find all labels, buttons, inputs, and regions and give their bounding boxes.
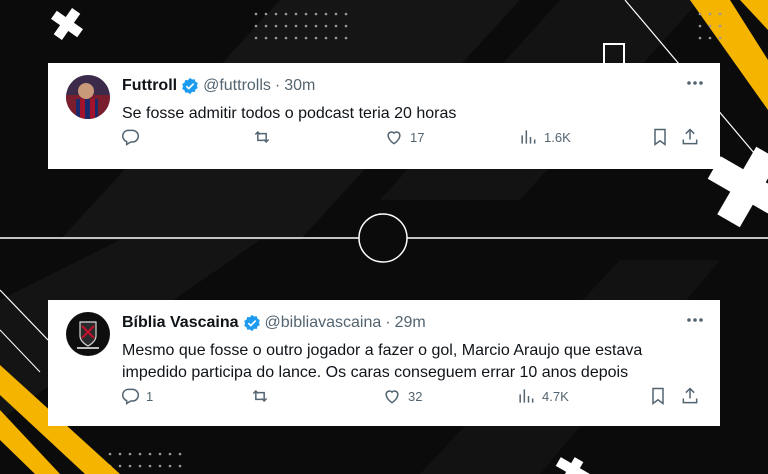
tweet-text: Mesmo que fosse o outro jogador a fazer … (122, 342, 643, 381)
tweet-text: Se fosse admitir todos o podcast teria 2… (122, 105, 457, 122)
share-button[interactable] (680, 386, 700, 406)
views-button[interactable]: 4.7K (516, 386, 569, 406)
tweet-header: Futtroll @futtrolls · 30m (122, 77, 315, 95)
heart-icon (385, 390, 399, 404)
like-count: 32 (408, 388, 423, 404)
verified-badge-icon (243, 314, 261, 332)
retweet-button[interactable] (250, 386, 276, 406)
display-name[interactable]: Futtroll (122, 77, 177, 95)
bookmark-icon (652, 387, 664, 405)
reply-icon (122, 388, 140, 405)
verified-badge-icon (181, 77, 199, 95)
user-handle[interactable]: @bibliavascaina (265, 314, 382, 332)
retweet-icon (254, 130, 270, 144)
reply-icon (122, 129, 140, 146)
reply-button[interactable]: 1 (120, 386, 153, 406)
views-count: 1.6K (544, 129, 571, 145)
reply-count: 1 (146, 388, 154, 404)
share-button[interactable] (680, 127, 700, 147)
user-handle[interactable]: @futtrolls (203, 77, 271, 95)
more-options-icon[interactable] (684, 312, 706, 328)
bookmark-button[interactable] (648, 386, 668, 406)
views-count: 4.7K (542, 388, 569, 404)
views-icon (519, 389, 534, 403)
separator-dot: · (385, 314, 391, 331)
avatar[interactable] (66, 312, 110, 356)
share-icon (682, 128, 698, 145)
views-icon (521, 130, 536, 144)
retweet-icon (252, 389, 268, 403)
heart-icon (387, 131, 401, 145)
like-count: 17 (410, 129, 425, 145)
display-name[interactable]: Bíblia Vascaina (122, 314, 239, 332)
timestamp[interactable]: 30m (284, 77, 315, 95)
bookmark-icon (654, 128, 666, 146)
avatar[interactable] (66, 75, 110, 119)
timestamp[interactable]: 29m (395, 314, 426, 332)
tweet-card[interactable]: Bíblia Vascaina @bibliavascaina · 29m Me… (48, 300, 720, 426)
retweet-button[interactable] (252, 127, 278, 147)
more-options-icon[interactable] (684, 75, 706, 91)
like-button[interactable]: 32 (382, 386, 422, 406)
like-button[interactable]: 17 (384, 127, 424, 147)
separator-dot: · (274, 77, 281, 94)
share-icon (682, 387, 698, 404)
tweet-card[interactable]: Futtroll @futtrolls · 30m Se fosse admit… (48, 63, 720, 169)
reply-button[interactable] (120, 127, 146, 147)
bookmark-button[interactable] (650, 127, 670, 147)
views-button[interactable]: 1.6K (518, 127, 571, 147)
tweet-header: Bíblia Vascaina @bibliavascaina · 29m (122, 314, 426, 332)
